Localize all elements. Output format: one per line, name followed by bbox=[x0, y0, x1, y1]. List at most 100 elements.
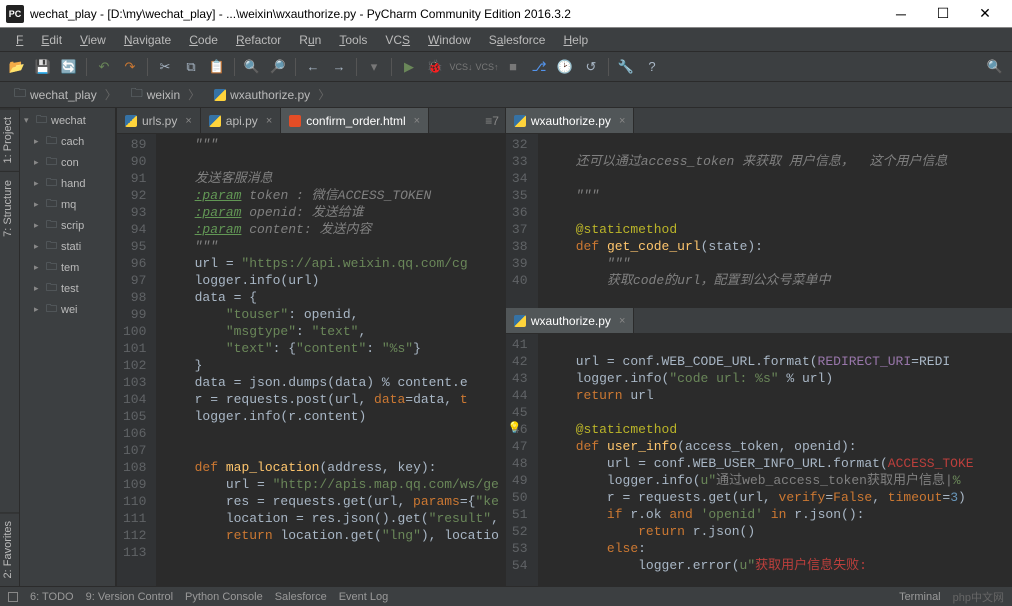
project-panel: ▾🗀wechat ▸🗀cach▸🗀con▸🗀hand▸🗀mq▸🗀scrip▸🗀s… bbox=[20, 108, 116, 586]
tab-wxauthorize-top[interactable]: wxauthorize.py× bbox=[506, 108, 634, 133]
titlebar: PC wechat_play - [D:\my\wechat_play] - .… bbox=[0, 0, 1012, 28]
main-area: 1: Project 7: Structure 2: Favorites ▾🗀w… bbox=[0, 108, 1012, 586]
gutter: 8990919293949596979899100101102103104105… bbox=[117, 134, 157, 586]
tab-api[interactable]: api.py× bbox=[201, 108, 281, 133]
project-tool-tab[interactable]: 1: Project bbox=[0, 108, 19, 171]
tree-item[interactable]: ▸🗀stati bbox=[20, 236, 115, 257]
tree-item[interactable]: ▸🗀mq bbox=[20, 194, 115, 215]
menu-help[interactable]: Help bbox=[555, 31, 596, 49]
build-icon[interactable]: ▾ bbox=[365, 58, 383, 76]
tab-wxauthorize-bottom[interactable]: wxauthorize.py× bbox=[506, 308, 634, 333]
close-button[interactable]: ✕ bbox=[964, 1, 1006, 27]
folder-icon: 🗀 bbox=[14, 84, 26, 105]
close-icon[interactable]: × bbox=[619, 115, 625, 127]
code-editor-right-bottom[interactable]: 4142434445464748495051525354 url = conf.… bbox=[506, 334, 1012, 586]
breadcrumb-folder[interactable]: 🗀 weixin〉 bbox=[125, 82, 206, 107]
find-icon[interactable]: 🔍 bbox=[243, 58, 261, 76]
menu-file[interactable]: F bbox=[8, 31, 31, 49]
minimize-button[interactable]: ─ bbox=[880, 1, 922, 27]
favorites-tool-tab[interactable]: 2: Favorites bbox=[0, 512, 19, 586]
back-icon[interactable]: ← bbox=[304, 58, 322, 76]
tree-item[interactable]: ▸🗀wei bbox=[20, 299, 115, 320]
close-icon[interactable]: × bbox=[414, 115, 420, 127]
editor-right-bottom: wxauthorize.py× 414243444546474849505152… bbox=[505, 308, 1012, 586]
tool-window-stripe-left: 1: Project 7: Structure 2: Favorites bbox=[0, 108, 20, 586]
undo-icon[interactable]: ↶ bbox=[95, 58, 113, 76]
code-editor-right-top[interactable]: 323334353637383940 还可以通过access_token 来获取… bbox=[506, 134, 1012, 308]
tab-confirm-order[interactable]: confirm_order.html× bbox=[281, 108, 429, 133]
open-icon[interactable]: 📂 bbox=[8, 58, 26, 76]
tree-item[interactable]: ▸🗀tem bbox=[20, 257, 115, 278]
close-icon[interactable]: × bbox=[266, 115, 272, 127]
help-icon[interactable]: ? bbox=[643, 58, 661, 76]
menu-edit[interactable]: Edit bbox=[33, 31, 70, 49]
toolbar: 📂 💾 🔄 ↶ ↷ ✂ ⧉ 📋 🔍 🔎 ← → ▾ ▶ 🐞 VCS↓ VCS↑ … bbox=[0, 52, 1012, 82]
watermark: php中文网 bbox=[953, 589, 1004, 605]
close-icon[interactable]: × bbox=[185, 115, 191, 127]
stop-icon[interactable]: ■ bbox=[504, 58, 522, 76]
status-ea[interactable]: Event Log bbox=[339, 591, 389, 603]
python-file-icon bbox=[125, 115, 137, 127]
revert-icon[interactable]: ↺ bbox=[582, 58, 600, 76]
menu-run[interactable]: Run bbox=[291, 31, 329, 49]
vcs-update-icon[interactable]: VCS↓ bbox=[452, 58, 470, 76]
editor-left: urls.py× api.py× confirm_order.html× ≡7 … bbox=[116, 108, 505, 586]
menu-refactor[interactable]: Refactor bbox=[228, 31, 289, 49]
tabbar-right-top: wxauthorize.py× bbox=[506, 108, 1012, 134]
cut-icon[interactable]: ✂ bbox=[156, 58, 174, 76]
history-icon[interactable]: 🕑 bbox=[556, 58, 574, 76]
breadcrumb-root[interactable]: 🗀 wechat_play〉 bbox=[8, 82, 123, 107]
folder-icon: 🗀 bbox=[131, 84, 143, 105]
breadcrumb-bar: 🗀 wechat_play〉 🗀 weixin〉 wxauthorize.py〉 bbox=[0, 82, 1012, 108]
menu-tools[interactable]: Tools bbox=[331, 31, 375, 49]
menu-view[interactable]: View bbox=[72, 31, 114, 49]
menu-vcs[interactable]: VCS bbox=[377, 31, 418, 49]
save-icon[interactable]: 💾 bbox=[34, 58, 52, 76]
status-todo[interactable]: 6: TODO bbox=[30, 591, 74, 603]
python-file-icon bbox=[514, 115, 526, 127]
menu-code[interactable]: Code bbox=[181, 31, 226, 49]
app-icon: PC bbox=[6, 5, 24, 23]
python-file-icon bbox=[514, 315, 526, 327]
sync-icon[interactable]: 🔄 bbox=[60, 58, 78, 76]
tab-urls[interactable]: urls.py× bbox=[117, 108, 201, 133]
python-file-icon bbox=[214, 89, 226, 101]
status-term[interactable]: Terminal bbox=[899, 591, 941, 603]
gutter: 4142434445464748495051525354 bbox=[506, 334, 539, 586]
redo-icon[interactable]: ↷ bbox=[121, 58, 139, 76]
replace-icon[interactable]: 🔎 bbox=[269, 58, 287, 76]
tree-item[interactable]: ▸🗀con bbox=[20, 152, 115, 173]
tab-list-button[interactable]: ≡7 bbox=[479, 108, 505, 133]
window-title: wechat_play - [D:\my\wechat_play] - ...\… bbox=[30, 7, 880, 21]
tree-item[interactable]: ▸🗀cach bbox=[20, 131, 115, 152]
menu-navigate[interactable]: Navigate bbox=[116, 31, 179, 49]
copy-icon[interactable]: ⧉ bbox=[182, 58, 200, 76]
breadcrumb-file[interactable]: wxauthorize.py〉 bbox=[208, 84, 336, 105]
settings-icon[interactable]: 🔧 bbox=[617, 58, 635, 76]
paste-icon[interactable]: 📋 bbox=[208, 58, 226, 76]
tree-item[interactable]: ▸🗀test bbox=[20, 278, 115, 299]
run-icon[interactable]: ▶ bbox=[400, 58, 418, 76]
tree-item[interactable]: ▸🗀hand bbox=[20, 173, 115, 194]
code-editor-left[interactable]: 8990919293949596979899100101102103104105… bbox=[117, 134, 505, 586]
close-icon[interactable]: × bbox=[619, 315, 625, 327]
menu-window[interactable]: Window bbox=[420, 31, 479, 49]
vcs-icon[interactable]: ⎇ bbox=[530, 58, 548, 76]
tabbar-right-bottom: wxauthorize.py× bbox=[506, 308, 1012, 334]
forward-icon[interactable]: → bbox=[330, 58, 348, 76]
tree-item[interactable]: ▸🗀scrip bbox=[20, 215, 115, 236]
search-everywhere-icon[interactable]: 🔍 bbox=[986, 58, 1004, 76]
status-vc[interactable]: 9: Version Control bbox=[86, 591, 173, 603]
status-pyconsole[interactable]: Python Console bbox=[185, 591, 263, 603]
tree-root[interactable]: ▾🗀wechat bbox=[20, 110, 115, 131]
status-sf[interactable]: Salesforce bbox=[275, 591, 327, 603]
structure-tool-tab[interactable]: 7: Structure bbox=[0, 171, 19, 245]
status-box-icon[interactable] bbox=[8, 592, 18, 602]
menubar: F Edit View Navigate Code Refactor Run T… bbox=[0, 28, 1012, 52]
maximize-button[interactable]: ☐ bbox=[922, 1, 964, 27]
project-tree[interactable]: ▾🗀wechat ▸🗀cach▸🗀con▸🗀hand▸🗀mq▸🗀scrip▸🗀s… bbox=[20, 108, 115, 322]
debug-icon[interactable]: 🐞 bbox=[426, 58, 444, 76]
editor-right-top: wxauthorize.py× 323334353637383940 还可以通过… bbox=[505, 108, 1012, 308]
menu-salesforce[interactable]: Salesforce bbox=[481, 31, 554, 49]
vcs-commit-icon[interactable]: VCS↑ bbox=[478, 58, 496, 76]
